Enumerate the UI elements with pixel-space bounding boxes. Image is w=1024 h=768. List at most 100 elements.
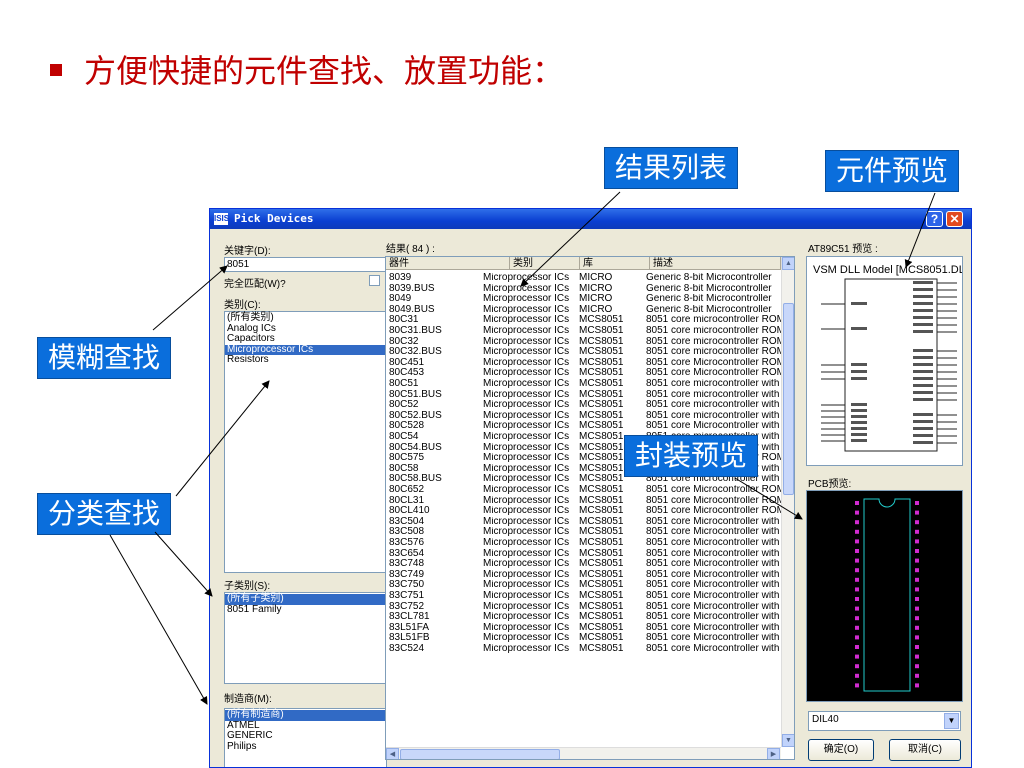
device-cell: 83L51FB xyxy=(389,633,430,644)
scroll-up-icon[interactable]: ▲ xyxy=(782,257,794,270)
table-row[interactable]: 80C528 Microprocessor ICs MCS8051 8051 core… xyxy=(386,421,781,432)
table-row[interactable]: 80C31.BUS Microprocessor ICs MCS8051 8051 c… xyxy=(386,326,781,337)
category-item[interactable]: (所有类别) xyxy=(225,312,386,324)
category-cell: Microprocessor ICs xyxy=(483,400,570,411)
category-listbox[interactable]: (所有类别) Analog ICs Capacitors Microproces… xyxy=(224,311,387,573)
table-row[interactable]: 83C654 Microprocessor ICs MCS8051 8051 core… xyxy=(386,549,781,560)
manufacturer-item-selected[interactable]: (所有制造商) xyxy=(225,709,386,721)
table-row[interactable]: 8049 Microprocessor ICs MICRO Generic 8-bit… xyxy=(386,294,781,305)
chip-pin-label xyxy=(913,302,933,305)
scroll-left-icon[interactable]: ◀ xyxy=(386,748,399,759)
description-cell: 8051 core Microcontroller ROM- xyxy=(646,485,781,495)
scroll-down-icon[interactable]: ▼ xyxy=(782,734,794,747)
table-row[interactable]: 80C52 Microprocessor ICs MCS8051 8051 core … xyxy=(386,400,781,411)
category-cell: Microprocessor ICs xyxy=(483,357,570,368)
subcategory-label: 子类别(S): xyxy=(224,581,271,592)
results-horizontal-scrollbar[interactable]: ◀ ▶ xyxy=(386,747,781,759)
category-cell: Microprocessor ICs xyxy=(483,347,570,358)
match-whole-checkbox[interactable] xyxy=(369,275,380,286)
subcategory-listbox[interactable]: (所有子类别) 8051 Family xyxy=(224,592,387,684)
scroll-right-icon[interactable]: ▶ xyxy=(767,748,780,759)
category-item[interactable]: Resistors xyxy=(225,355,386,366)
pcb-pad xyxy=(855,539,859,544)
table-row[interactable]: 80C652 Microprocessor ICs MCS8051 8051 core… xyxy=(386,485,781,496)
device-cell: 80C32 xyxy=(389,336,419,347)
table-row[interactable]: 83C524 Microprocessor ICs MCS8051 8051 core… xyxy=(386,644,781,655)
table-row[interactable]: 8039 Microprocessor ICs MICRO Generic 8-bit… xyxy=(386,273,781,284)
table-row[interactable]: 83CL781 Microprocessor ICs MCS8051 8051 cor… xyxy=(386,612,781,623)
device-cell: 80C52.BUS xyxy=(389,410,442,421)
pcb-pad xyxy=(915,501,919,505)
library-cell: MCS8051 xyxy=(579,347,624,358)
category-cell: Microprocessor ICs xyxy=(483,326,570,336)
results-vertical-scrollbar[interactable]: ▲ ▼ xyxy=(781,257,794,747)
table-row[interactable]: 8039.BUS Microprocessor ICs MICRO Generic 8… xyxy=(386,284,781,295)
library-cell: MCS8051 xyxy=(579,357,624,368)
category-cell: Microprocessor ICs xyxy=(483,421,570,432)
package-dropdown[interactable]: DIL40 ▼ xyxy=(808,711,961,731)
table-row[interactable]: 83L51FB Microprocessor ICs MCS8051 8051 cor… xyxy=(386,633,781,644)
table-row[interactable]: 80C51 Microprocessor ICs MCS8051 8051 core … xyxy=(386,379,781,390)
manufacturer-item[interactable]: Philips xyxy=(225,741,386,753)
table-row[interactable]: 80C31 Microprocessor ICs MCS8051 8051 core … xyxy=(386,315,781,326)
device-cell: 80C453 xyxy=(389,368,425,379)
table-row[interactable]: 8049.BUS Microprocessor ICs MICRO Generic 8… xyxy=(386,305,781,316)
keyword-input[interactable]: 8051 xyxy=(224,257,386,272)
category-cell: Microprocessor ICs xyxy=(483,591,570,601)
table-row[interactable]: 80C453 Microprocessor ICs MCS8051 8051 core… xyxy=(386,368,781,379)
pcb-pad xyxy=(855,520,859,525)
category-cell: Microprocessor ICs xyxy=(483,463,570,474)
table-row[interactable]: 83C748 Microprocessor ICs MCS8051 8051 core… xyxy=(386,559,781,570)
table-row[interactable]: 83C750 Microprocessor ICs MCS8051 8051 core… xyxy=(386,580,781,591)
chip-symbol xyxy=(821,278,957,452)
manufacturer-listbox[interactable]: (所有制造商) ATMEL GENERIC Philips xyxy=(224,708,387,767)
subcategory-item-selected[interactable]: (所有子类别) xyxy=(225,593,386,605)
table-row[interactable]: 83C749 Microprocessor ICs MCS8051 8051 core… xyxy=(386,570,781,581)
device-cell: 83C748 xyxy=(389,559,425,570)
table-row[interactable]: 80CL410 Microprocessor ICs MCS8051 8051 cor… xyxy=(386,506,781,517)
chip-pin-label xyxy=(851,409,867,412)
library-cell: MCS8051 xyxy=(579,559,624,570)
device-cell: 83C524 xyxy=(389,644,425,654)
close-icon[interactable]: ✕ xyxy=(946,211,963,227)
dialog-titlebar[interactable]: ISIS Pick Devices ? ✕ xyxy=(210,209,971,229)
pcb-pad xyxy=(855,625,859,630)
pcb-pad xyxy=(855,549,859,553)
description-cell: 8051 core Microcontroller ROM- xyxy=(646,368,781,379)
arrow-category-search-mfr xyxy=(109,534,208,705)
device-cell: 80C652 xyxy=(389,485,425,495)
library-cell: MCS8051 xyxy=(579,516,624,527)
table-row[interactable]: 80C451 Microprocessor ICs MCS8051 8051 core… xyxy=(386,358,781,369)
table-row[interactable]: 83C752 Microprocessor ICs MCS8051 8051 core… xyxy=(386,602,781,613)
table-row[interactable]: 83C508 Microprocessor ICs MCS8051 8051 core… xyxy=(386,527,781,538)
chip-pin-label xyxy=(851,427,867,430)
column-header-description[interactable]: 描述 xyxy=(650,257,781,270)
table-row[interactable]: 83C576 Microprocessor ICs MCS8051 8051 core… xyxy=(386,538,781,549)
table-row[interactable]: 83C504 Microprocessor ICs MCS8051 8051 core… xyxy=(386,517,781,528)
preview-model: VSM DLL Model [MCS8051.DL xyxy=(813,264,963,276)
device-cell: 80C51 xyxy=(389,379,419,389)
table-row[interactable]: 83C751 Microprocessor ICs MCS8051 8051 core… xyxy=(386,591,781,602)
column-header-library[interactable]: 库 xyxy=(580,257,650,270)
device-cell: 83C576 xyxy=(389,538,425,548)
table-row[interactable]: 80C51.BUS Microprocessor ICs MCS8051 8051 c… xyxy=(386,390,781,401)
results-table[interactable]: 器件 类别 库 描述 8039 Microprocessor ICs MICRO Ge… xyxy=(385,256,795,760)
column-header-category[interactable]: 类别 xyxy=(510,257,580,270)
table-row[interactable]: 83L51FA Microprocessor ICs MCS8051 8051 cor… xyxy=(386,623,781,634)
vertical-scroll-thumb[interactable] xyxy=(783,303,794,495)
callout-package-preview: 封装预览 xyxy=(624,435,759,477)
help-icon[interactable]: ? xyxy=(926,211,943,227)
column-header-device[interactable]: 器件 xyxy=(386,257,510,270)
cancel-button[interactable]: 取消(C) xyxy=(889,739,961,761)
chevron-down-icon[interactable]: ▼ xyxy=(944,713,959,729)
horizontal-scroll-thumb[interactable] xyxy=(400,749,560,759)
pcb-pad xyxy=(915,645,919,649)
table-row[interactable]: 80C52.BUS Microprocessor ICs MCS8051 8051 c… xyxy=(386,411,781,422)
library-cell: MCS8051 xyxy=(579,379,624,389)
table-row[interactable]: 80C32.BUS Microprocessor ICs MCS8051 8051 c… xyxy=(386,347,781,358)
table-row[interactable]: 80CL31 Microprocessor ICs MCS8051 8051 core… xyxy=(386,496,781,507)
table-row[interactable]: 80C32 Microprocessor ICs MCS8051 8051 core … xyxy=(386,337,781,348)
ok-button[interactable]: 确定(O) xyxy=(808,739,874,761)
subcategory-item[interactable]: 8051 Family xyxy=(225,604,386,616)
package-value: DIL40 xyxy=(812,714,839,725)
